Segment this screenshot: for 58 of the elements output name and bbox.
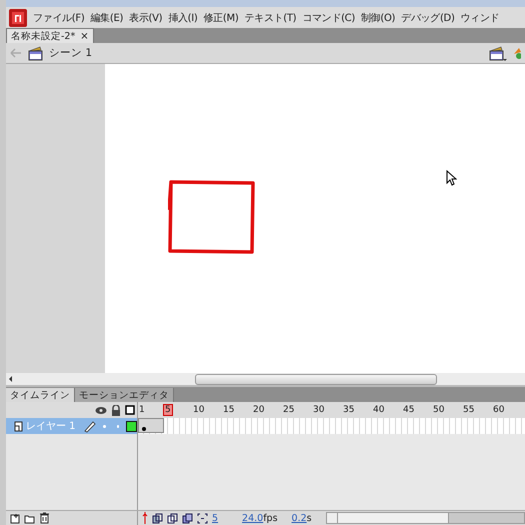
playhead-marker[interactable]: 5 (163, 404, 173, 416)
current-frame[interactable]: 5 (212, 512, 218, 524)
pencil-icon (84, 420, 96, 432)
eye-icon[interactable] (95, 406, 107, 414)
frame-number: 15 (223, 404, 234, 414)
menu-item[interactable]: ウィンド (460, 10, 500, 24)
frame-number: 35 (343, 404, 354, 414)
menu-item[interactable]: 表示(V) (129, 10, 162, 24)
menu-item[interactable]: 挿入(I) (168, 10, 198, 24)
elapsed-time[interactable]: 0.2 (292, 512, 307, 524)
frame-number: 50 (433, 404, 444, 414)
menu-item[interactable]: デバッグ(D) (401, 10, 455, 24)
close-button[interactable]: × (80, 30, 89, 42)
scrollbar-thumb[interactable] (195, 374, 437, 384)
panel-tab[interactable]: モーションエディタ (75, 388, 174, 402)
onion-skin-icon[interactable] (152, 512, 163, 524)
clapperboard-icon (28, 46, 43, 60)
scene-menu-icon[interactable] (489, 46, 507, 60)
visible-dot[interactable] (102, 424, 106, 428)
onion-markers-icon[interactable] (197, 512, 208, 524)
menu-item[interactable]: コマンド(C) (302, 10, 355, 24)
menu-item[interactable]: ファイル(F) (33, 10, 84, 24)
frame-number: 30 (313, 404, 324, 414)
scene-label: シーン 1 (49, 46, 92, 60)
frame-number: 10 (193, 404, 204, 414)
menu-item[interactable]: テキスト(T) (244, 10, 296, 24)
frame-rate-unit: fps (263, 512, 278, 524)
trash-icon[interactable] (39, 512, 50, 524)
horizontal-scrollbar[interactable] (326, 512, 525, 524)
tab-title: 名称未設定-2* (11, 30, 76, 42)
frame-number: 45 (403, 404, 414, 414)
frame-number: 55 (463, 404, 474, 414)
center-frame-icon[interactable] (142, 512, 148, 524)
frame-rate[interactable]: 24.0 (242, 512, 264, 524)
unlock-dot[interactable] (116, 424, 120, 428)
frame-number: 20 (253, 404, 264, 414)
menu-item[interactable]: 編集(E) (90, 10, 124, 24)
panel-tab[interactable]: タイムライン (6, 388, 75, 402)
pointer-cursor-icon (446, 170, 457, 186)
frame-number: 40 (373, 404, 384, 414)
document-tab[interactable]: 名称未設定-2* × (6, 28, 94, 43)
scroll-left-icon[interactable] (8, 375, 13, 383)
layer-name: レイヤー 1 (26, 420, 77, 433)
edit-frames-icon[interactable] (182, 512, 193, 524)
new-layer-icon[interactable] (10, 512, 20, 524)
app-logo-icon (9, 8, 27, 26)
layer-icon (14, 420, 23, 432)
outline-swatch[interactable] (126, 420, 137, 432)
frame-number: 1 (139, 404, 145, 414)
frame-number: 25 (283, 404, 294, 414)
onion-outline-icon[interactable] (167, 512, 178, 524)
folder-icon[interactable] (24, 512, 35, 524)
menu-item[interactable]: 修正(M) (204, 10, 238, 24)
lock-icon[interactable] (111, 404, 121, 416)
outline-icon[interactable] (125, 405, 135, 415)
elapsed-unit: s (306, 512, 312, 524)
frame-number: 60 (493, 404, 504, 414)
menu-item[interactable]: 制御(O) (360, 10, 396, 24)
